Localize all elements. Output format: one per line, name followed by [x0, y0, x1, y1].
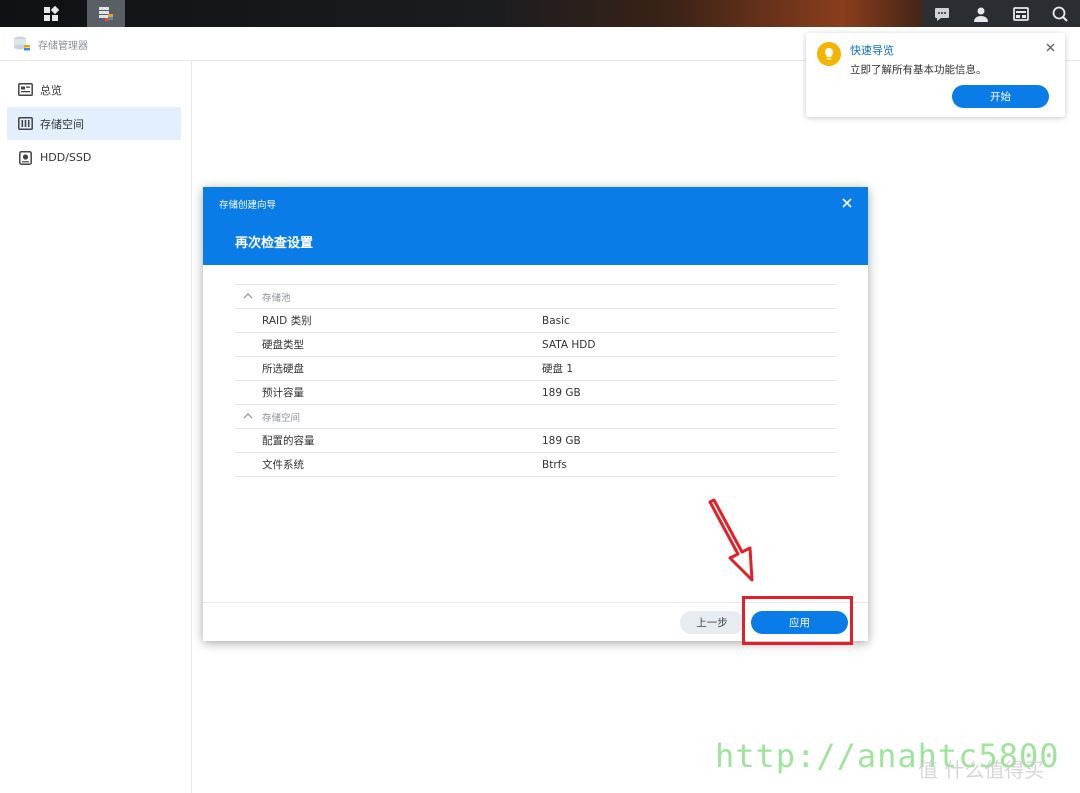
red-arrow-annotation	[708, 498, 754, 582]
row-value: SATA HDD	[542, 338, 596, 351]
search-icon[interactable]	[1048, 2, 1072, 26]
storage-manager-taskbar-button[interactable]	[87, 0, 125, 27]
row-key: 文件系统	[262, 459, 304, 471]
chevron-up-icon	[243, 291, 253, 301]
dialog-subtitle: 存储创建向导	[219, 200, 277, 211]
sidebar-item-overview[interactable]: 总览	[7, 73, 181, 106]
row-key: 配置的容量	[262, 435, 315, 447]
storage-icon	[18, 116, 33, 131]
sidebar-item-storage[interactable]: 存储空间	[7, 107, 181, 140]
storage-manager-logo-icon	[12, 35, 32, 57]
widgets-icon[interactable]	[1009, 2, 1033, 26]
row-value: 189 GB	[542, 386, 581, 399]
overview-icon	[18, 82, 33, 97]
close-icon[interactable]	[840, 196, 854, 210]
row-key: 硬盘类型	[262, 339, 304, 351]
row-value: Btrfs	[542, 458, 567, 471]
settings-summary-table: 存储池 RAID 类别 Basic 硬盘类型 SATA HDD 所选硬盘 硬盘 …	[235, 284, 836, 477]
section-label: 存储空间	[262, 412, 301, 424]
taskbar	[0, 0, 1080, 27]
section-header-storage-volume[interactable]: 存储空间	[235, 405, 836, 429]
back-button[interactable]: 上一步	[680, 611, 744, 634]
table-row: 所选硬盘 硬盘 1	[235, 357, 836, 381]
table-row: RAID 类别 Basic	[235, 309, 836, 333]
quick-tour-notification: 快速导览 立即了解所有基本功能信息。 开始	[806, 33, 1065, 117]
row-key: RAID 类别	[262, 315, 312, 327]
notification-text: 立即了解所有基本功能信息。	[850, 64, 987, 76]
user-icon[interactable]	[969, 2, 993, 26]
sidebar-item-hdd-ssd[interactable]: HDD/SSD	[7, 141, 181, 174]
notification-title: 快速导览	[850, 44, 894, 57]
lightbulb-icon	[817, 42, 841, 66]
window-title: 存储管理器	[38, 41, 88, 52]
disk-icon	[18, 150, 33, 165]
row-value: Basic	[542, 314, 570, 327]
start-tour-button[interactable]: 开始	[952, 85, 1049, 108]
section-header-storage-pool[interactable]: 存储池	[235, 284, 836, 309]
table-row: 配置的容量 189 GB	[235, 429, 836, 453]
row-value: 硬盘 1	[542, 363, 574, 375]
sidebar-item-label: 存储空间	[40, 117, 84, 131]
table-row: 硬盘类型 SATA HDD	[235, 333, 836, 357]
chevron-up-icon	[243, 411, 253, 421]
storage-manager-app-icon	[99, 6, 113, 21]
table-row: 文件系统 Btrfs	[235, 453, 836, 477]
close-icon[interactable]	[1043, 40, 1057, 54]
grid-icon	[44, 5, 59, 21]
sidebar-item-label: 总览	[40, 83, 62, 97]
sidebar-item-label: HDD/SSD	[40, 151, 92, 164]
dialog-title: 再次检查设置	[235, 236, 314, 251]
row-key: 所选硬盘	[262, 363, 304, 375]
row-value: 189 GB	[542, 434, 581, 447]
dialog-header: 存储创建向导 再次检查设置	[203, 187, 868, 265]
sidebar: 总览 存储空间 HDD/SSD	[0, 61, 192, 793]
chat-icon[interactable]	[930, 2, 954, 26]
watermark-site: 值 什么值得买	[918, 758, 1045, 782]
taskbar-tray	[922, 0, 1080, 27]
table-row: 预计容量 189 GB	[235, 381, 836, 405]
apply-highlight-box	[742, 596, 853, 645]
storage-creation-wizard-dialog: 存储创建向导 再次检查设置 存储池 RAID 类别 Basic 硬盘类型 SAT…	[203, 187, 868, 641]
main-menu-button[interactable]	[32, 0, 70, 27]
row-key: 预计容量	[262, 387, 304, 399]
section-label: 存储池	[262, 292, 291, 304]
